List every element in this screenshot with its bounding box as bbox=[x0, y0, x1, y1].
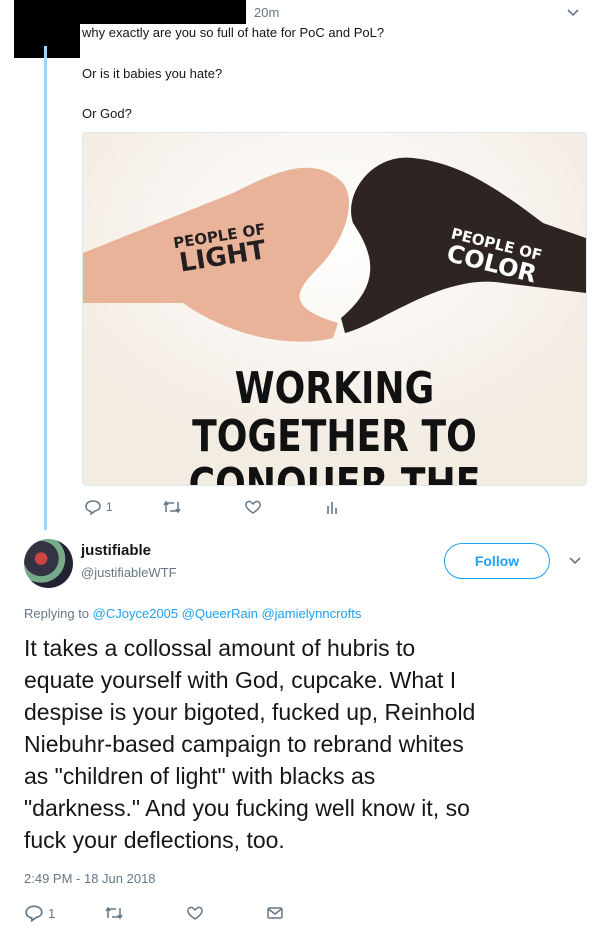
reply-button[interactable]: 1 bbox=[24, 904, 55, 922]
chevron-down-icon[interactable] bbox=[568, 556, 582, 566]
follow-button[interactable]: Follow bbox=[444, 543, 550, 579]
chevron-down-icon[interactable] bbox=[566, 8, 580, 18]
reply-button[interactable]: 1 bbox=[84, 499, 113, 515]
retweet-icon[interactable] bbox=[104, 905, 124, 921]
mention-link[interactable]: @QueerRain bbox=[182, 606, 258, 621]
tweet-media-image[interactable]: PEOPLE OF LIGHT PEOPLE OF COLOR WORKING … bbox=[82, 132, 587, 486]
tweet-text-line: why exactly are you so full of hate for … bbox=[82, 25, 385, 40]
mention-link[interactable]: @CJoyce2005 bbox=[93, 606, 178, 621]
image-headline: WORKING TOGETHER TO CONQUER THE STARS bbox=[188, 363, 481, 486]
user-handle[interactable]: @justifiableWTF bbox=[81, 565, 177, 580]
tweet-text-line: Or is it babies you hate? bbox=[82, 66, 223, 81]
tweet-text: It takes a collossal amount of hubris to… bbox=[24, 635, 476, 853]
like-icon[interactable] bbox=[244, 499, 262, 515]
tweet-text-line: Or God? bbox=[82, 106, 132, 121]
retweet-icon[interactable] bbox=[162, 499, 182, 515]
mention-link[interactable]: @jamielynncrofts bbox=[261, 606, 361, 621]
avatar[interactable] bbox=[24, 539, 73, 588]
analytics-icon[interactable] bbox=[326, 499, 340, 515]
display-name[interactable]: justifiable bbox=[81, 542, 151, 559]
like-icon[interactable] bbox=[186, 905, 204, 921]
replying-to: Replying to @CJoyce2005 @QueerRain @jami… bbox=[24, 606, 361, 621]
tweet-timestamp[interactable]: 20m bbox=[254, 5, 279, 20]
message-icon[interactable] bbox=[266, 905, 284, 921]
thread-line bbox=[44, 46, 47, 530]
redacted-avatar bbox=[14, 0, 80, 58]
reply-count: 1 bbox=[106, 500, 113, 514]
reply-icon bbox=[85, 500, 101, 515]
tweet-timestamp[interactable]: 2:49 PM - 18 Jun 2018 bbox=[24, 871, 156, 886]
redacted-username bbox=[78, 0, 246, 24]
replying-to-label: Replying to bbox=[24, 606, 90, 621]
reply-icon bbox=[25, 905, 43, 922]
reply-count: 1 bbox=[48, 905, 56, 921]
